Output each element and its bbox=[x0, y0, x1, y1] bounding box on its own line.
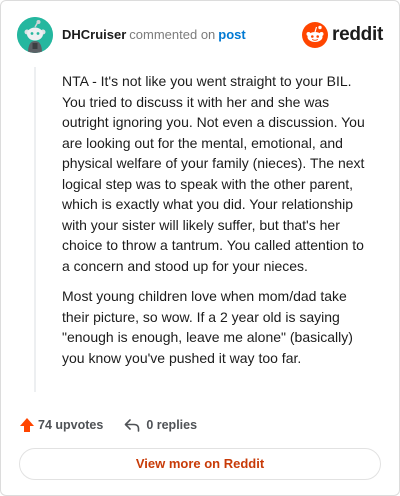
comment-byline: DHCruiser commented on post bbox=[62, 27, 246, 43]
reply-arrow-icon bbox=[125, 419, 140, 432]
comment-body: NTA - It's not like you went straight to… bbox=[62, 71, 374, 378]
post-link[interactable]: post bbox=[218, 27, 245, 42]
comment-header: DHCruiser commented on post reddit bbox=[17, 17, 383, 53]
comment-footer: 74 upvotes 0 replies bbox=[19, 415, 197, 435]
username-link[interactable]: DHCruiser bbox=[62, 27, 126, 42]
reddit-wordmark: reddit bbox=[332, 24, 383, 45]
reddit-brand[interactable]: reddit bbox=[302, 21, 383, 49]
comment-paragraph: Most young children love when mom/dad ta… bbox=[62, 288, 353, 366]
replies-button[interactable]: 0 replies bbox=[124, 418, 197, 432]
embedded-comment-card: DHCruiser commented on post reddit NTA - I… bbox=[0, 0, 400, 496]
action-text: commented on bbox=[129, 27, 216, 42]
view-more-button[interactable]: View more on Reddit bbox=[19, 448, 381, 480]
comment-paragraph: NTA - It's not like you went straight to… bbox=[62, 73, 365, 274]
reddit-logo-icon bbox=[302, 22, 329, 48]
upvote-button[interactable]: 74 upvotes bbox=[19, 417, 103, 433]
upvote-count: 74 upvotes bbox=[38, 418, 104, 432]
snoo-avatar-icon[interactable] bbox=[17, 17, 53, 53]
upvote-arrow-icon bbox=[20, 418, 34, 432]
thread-line[interactable] bbox=[34, 67, 36, 392]
replies-count: 0 replies bbox=[146, 418, 198, 432]
